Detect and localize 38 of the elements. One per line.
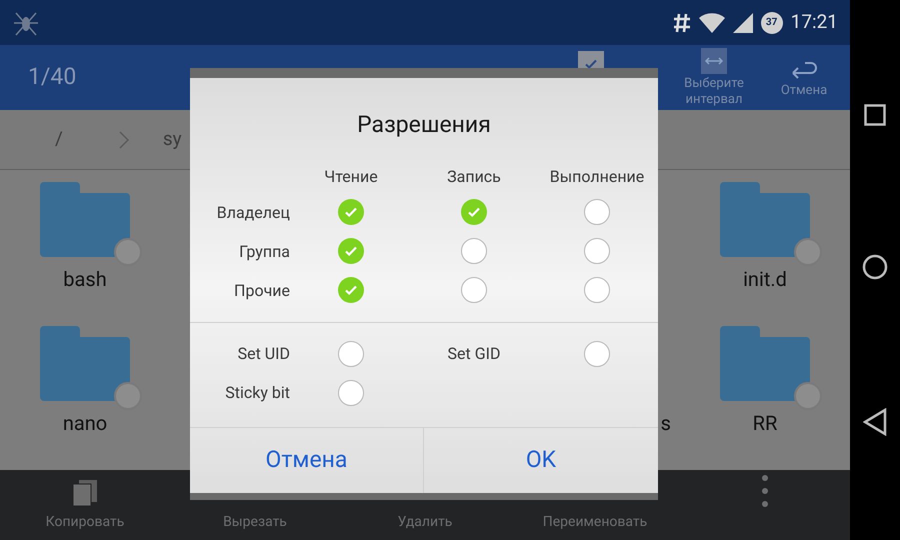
chevron-icon	[118, 130, 130, 150]
folder-icon[interactable]	[40, 182, 130, 257]
column-header: Запись	[447, 166, 501, 188]
more-icon[interactable]	[761, 474, 769, 508]
clock: 17:21	[790, 9, 838, 36]
option-label: Sticky bit	[225, 382, 290, 404]
dialog-title: Разрешения	[357, 110, 491, 140]
recent-apps-icon[interactable]	[864, 104, 886, 126]
dialog-button[interactable]: Отмена	[190, 428, 424, 493]
row-label: Прочие	[234, 280, 290, 302]
row-label: Группа	[239, 240, 290, 262]
option-label: Set GID	[448, 342, 500, 364]
file-name[interactable]: init.d	[743, 264, 787, 294]
path-segment[interactable]: sy	[162, 125, 182, 154]
copy-icon	[71, 478, 99, 506]
folder-icon[interactable]	[720, 326, 810, 401]
row-label: Владелец	[216, 202, 290, 224]
wifi-icon	[698, 12, 725, 32]
file-name[interactable]: bash	[63, 264, 107, 294]
folder-icon[interactable]	[720, 182, 810, 257]
folder-icon[interactable]	[40, 326, 130, 401]
option-label: Set UID	[238, 342, 290, 364]
column-header: Выполнение	[550, 166, 644, 188]
signal-icon	[732, 12, 753, 32]
path-segment[interactable]: /	[55, 125, 63, 154]
selection-count: 1/40	[28, 62, 76, 92]
back-icon[interactable]	[863, 408, 887, 436]
range-icon	[701, 48, 727, 74]
battery-level: 37	[760, 12, 783, 34]
file-name[interactable]: nano	[62, 408, 108, 438]
column-header: Чтение	[324, 166, 378, 188]
file-name[interactable]: RR	[752, 408, 778, 438]
cancel-button[interactable]: Отмена	[764, 58, 844, 100]
file-name[interactable]: s	[660, 408, 671, 438]
home-icon[interactable]	[862, 254, 888, 280]
bottom-action-button[interactable]: Копировать	[0, 470, 170, 540]
select-range-button[interactable]: Выберите интервал	[664, 48, 764, 108]
hash-icon	[672, 12, 691, 32]
